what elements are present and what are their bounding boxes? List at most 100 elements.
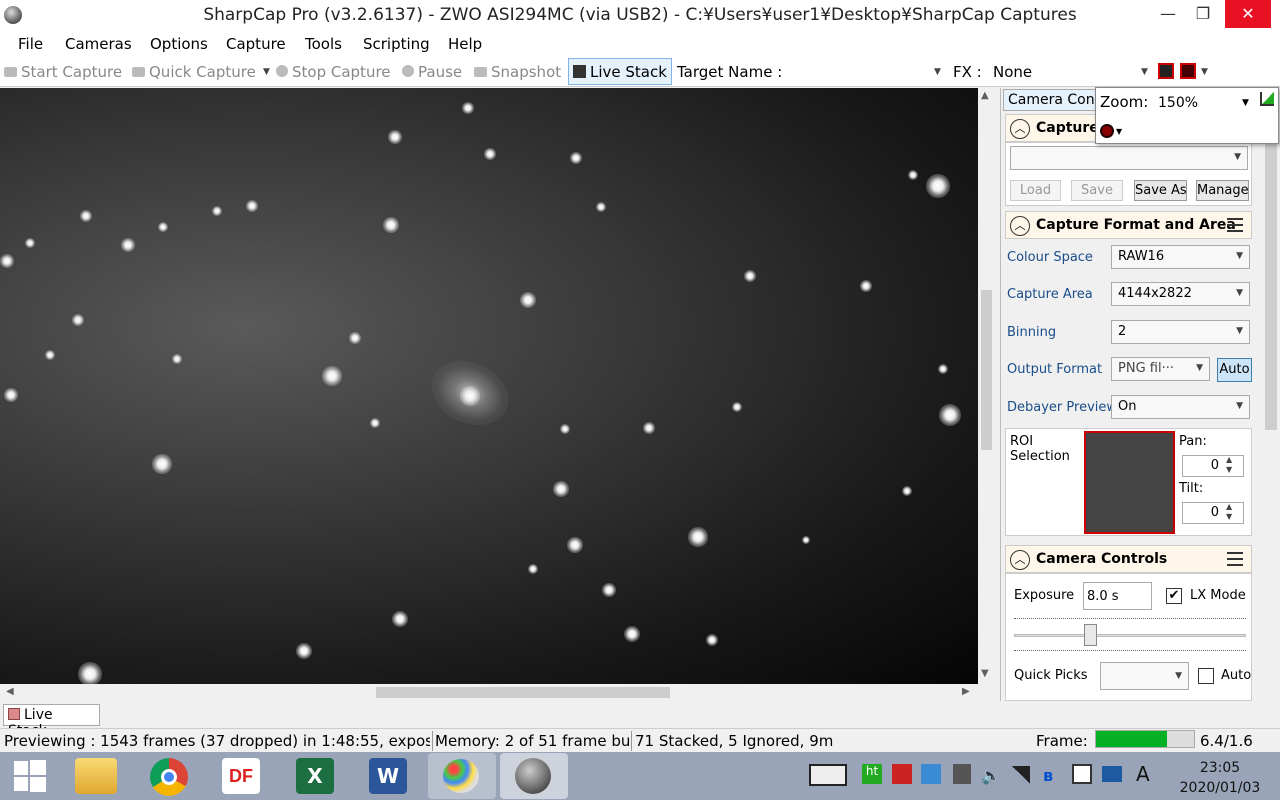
quick-picks-select[interactable]: ▼	[1100, 662, 1189, 690]
file-explorer-icon[interactable]	[75, 758, 117, 794]
record-icon[interactable]	[1158, 63, 1174, 79]
start-capture-button[interactable]: Start Capture	[4, 63, 122, 81]
quick-capture-button[interactable]: Quick Capture	[132, 63, 256, 81]
status-bar: Previewing : 1543 frames (37 dropped) in…	[0, 728, 1280, 752]
pan-spinner-icon[interactable]: ▲ ▼	[1226, 455, 1232, 475]
live-stack-button[interactable]: Live Stack	[568, 58, 672, 85]
exposure-slider-track[interactable]	[1014, 634, 1246, 637]
red-dot-dropdown-icon[interactable]: ▼	[1116, 127, 1122, 136]
pan-input[interactable]: 0	[1182, 455, 1244, 477]
windows-start-icon[interactable]	[14, 760, 46, 792]
display-icon[interactable]	[1102, 766, 1122, 782]
star	[484, 148, 496, 160]
save-button[interactable]: Save	[1071, 180, 1123, 201]
viewer-horizontal-scroll-thumb[interactable]	[376, 687, 670, 698]
auto-output-button[interactable]: Auto	[1217, 358, 1252, 382]
keyboard-icon[interactable]	[809, 764, 847, 786]
star	[602, 583, 616, 597]
overlay-dropdown-icon[interactable]: ▼	[1201, 67, 1208, 77]
capture-format-header[interactable]: ︿ Capture Format and Area	[1005, 211, 1252, 239]
menu-file[interactable]: File	[18, 35, 43, 53]
histogram-icon[interactable]	[1260, 92, 1274, 106]
volume-icon[interactable]: 🔈	[981, 766, 1001, 785]
ht-icon[interactable]: ht	[862, 764, 882, 784]
menu-cameras[interactable]: Cameras	[65, 35, 132, 53]
collapse-icon[interactable]: ︿	[1010, 216, 1030, 236]
stop-capture-button[interactable]: Stop Capture	[276, 63, 391, 81]
debayer-preview-select[interactable]: On ▼	[1111, 395, 1250, 419]
quick-capture-dropdown-icon[interactable]: ▼	[263, 67, 270, 77]
collapse-icon[interactable]: ︿	[1010, 550, 1030, 570]
pause-button[interactable]: Pause	[402, 63, 462, 81]
binning-select[interactable]: 2 ▼	[1111, 320, 1250, 344]
red-dot-icon[interactable]	[1100, 124, 1114, 138]
image-viewer[interactable]	[0, 88, 978, 684]
bluetooth-icon[interactable]: ʙ	[1043, 766, 1053, 785]
output-format-select[interactable]: PNG fil··· ▼	[1111, 357, 1210, 381]
scroll-right-icon[interactable]: ▶	[962, 686, 970, 697]
chrome-icon[interactable]	[150, 758, 188, 796]
acrobat-icon[interactable]	[892, 764, 912, 784]
panel-scroll-thumb[interactable]	[1265, 100, 1277, 430]
maximize-button[interactable]: ❐	[1183, 0, 1223, 28]
word-icon[interactable]: W	[369, 758, 407, 794]
target-name-dropdown-icon[interactable]: ▼	[934, 67, 941, 77]
paint-icon[interactable]	[428, 753, 496, 799]
exposure-slider-thumb[interactable]	[1084, 624, 1097, 646]
camera-controls-header[interactable]: ︿ Camera Controls	[1005, 545, 1252, 573]
scroll-up-icon[interactable]: ▲	[981, 90, 989, 101]
viewer-vertical-scroll-thumb[interactable]	[981, 290, 992, 450]
zoom-select[interactable]: 150%	[1158, 95, 1198, 111]
save-as-button[interactable]: Save As	[1134, 180, 1187, 201]
signal-icon[interactable]	[1012, 766, 1030, 784]
auto-exposure-checkbox[interactable]	[1198, 668, 1214, 684]
menu-bar: File Cameras Options Capture Tools Scrip…	[0, 30, 1280, 57]
target-name-input[interactable]	[790, 63, 940, 83]
star	[212, 206, 222, 216]
exposure-input[interactable]: 8.0 s	[1083, 582, 1152, 610]
star	[528, 564, 538, 574]
menu-options[interactable]: Options	[150, 35, 208, 53]
load-button[interactable]: Load	[1010, 180, 1061, 201]
tilt-input[interactable]: 0	[1182, 502, 1244, 524]
star	[172, 354, 182, 364]
menu-icon[interactable]	[1227, 552, 1243, 566]
collapse-icon[interactable]: ︿	[1010, 119, 1030, 139]
close-button[interactable]: ✕	[1225, 0, 1271, 28]
df-app-icon[interactable]: DF	[222, 758, 260, 794]
roi-preview[interactable]	[1084, 431, 1175, 534]
profile-select[interactable]: ▼	[1010, 146, 1248, 170]
clock[interactable]: 23:05 2020/01/03	[1170, 758, 1270, 798]
status-previewing: Previewing : 1543 frames (37 dropped) in…	[4, 732, 430, 750]
scroll-left-icon[interactable]: ◀	[6, 686, 14, 697]
ime-indicator[interactable]: A	[1136, 762, 1150, 786]
tab-camera-controls[interactable]: Camera Controls	[1003, 89, 1103, 111]
quick-picks-label: Quick Picks	[1014, 668, 1088, 683]
device-icon[interactable]	[953, 764, 971, 784]
tilt-spinner-icon[interactable]: ▲ ▼	[1226, 502, 1232, 522]
fx-select[interactable]: None	[993, 63, 1032, 81]
toolbar: Start Capture Quick Capture ▼ Stop Captu…	[0, 57, 1280, 87]
fx-dropdown-icon[interactable]: ▼	[1141, 67, 1148, 77]
zoom-dropdown-icon[interactable]: ▼	[1242, 98, 1249, 108]
sharpcap-taskbar-icon[interactable]	[500, 753, 568, 799]
manage-button[interactable]: Manage	[1196, 180, 1249, 201]
star	[80, 210, 92, 222]
lx-mode-checkbox[interactable]: ✔	[1166, 588, 1182, 604]
colour-space-select[interactable]: RAW16 ▼	[1111, 245, 1250, 269]
menu-scripting[interactable]: Scripting	[363, 35, 430, 53]
excel-icon[interactable]: X	[296, 758, 334, 794]
menu-tools[interactable]: Tools	[305, 35, 342, 53]
menu-help[interactable]: Help	[448, 35, 482, 53]
scroll-down-icon[interactable]: ▼	[981, 668, 989, 679]
snapshot-button[interactable]: Snapshot	[474, 63, 561, 81]
tab-live-stack[interactable]: Live Stack	[3, 704, 100, 739]
menu-capture[interactable]: Capture	[226, 35, 286, 53]
crosshair-icon[interactable]	[1180, 63, 1196, 79]
capture-area-select[interactable]: 4144x2822 ▼	[1111, 282, 1250, 306]
action-center-icon[interactable]	[1072, 764, 1092, 784]
minimize-button[interactable]: —	[1148, 0, 1188, 28]
menu-icon[interactable]	[1227, 218, 1243, 232]
network-tool-icon[interactable]	[921, 764, 941, 784]
exposure-ticks-bottom	[1014, 650, 1246, 656]
